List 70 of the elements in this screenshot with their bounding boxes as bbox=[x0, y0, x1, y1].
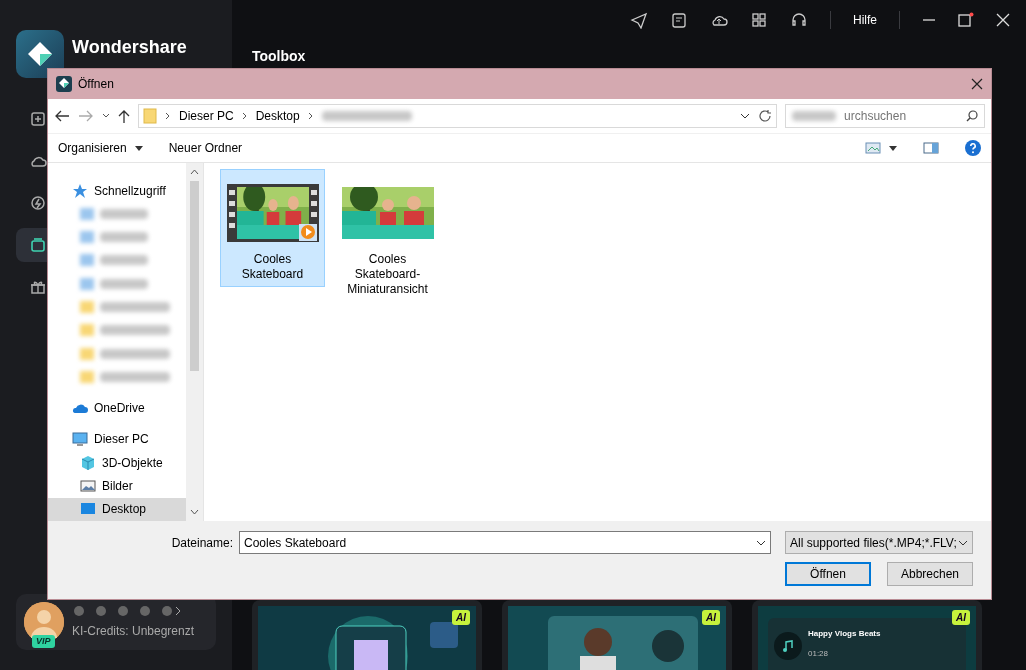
chevron-right-icon bbox=[241, 112, 248, 120]
credits-text: KI-Credits: Unbegrenzt bbox=[72, 623, 195, 640]
chevron-right-icon bbox=[307, 112, 314, 120]
refresh-icon[interactable] bbox=[758, 109, 772, 123]
preview-pane-icon[interactable] bbox=[923, 142, 939, 154]
help-icon[interactable] bbox=[965, 140, 981, 156]
close-icon[interactable] bbox=[971, 78, 983, 90]
lightning-icon bbox=[28, 193, 48, 213]
maximize-icon[interactable] bbox=[958, 12, 974, 28]
app-icon bbox=[56, 76, 72, 92]
computer-icon bbox=[72, 431, 88, 448]
cube-icon bbox=[80, 454, 96, 471]
view-icon bbox=[865, 142, 881, 154]
chevron-down-icon[interactable] bbox=[740, 113, 750, 119]
section-heading: Toolbox bbox=[251, 47, 307, 66]
search-icon bbox=[966, 110, 978, 122]
filename-field[interactable]: Cooles Skateboard bbox=[239, 531, 771, 554]
toolbar-button[interactable]: Neuer Ordner bbox=[168, 139, 243, 157]
breadcrumb-item[interactable]: Desktop bbox=[255, 107, 300, 125]
tool-card[interactable]: AI bbox=[502, 600, 732, 670]
ai-badge: AI bbox=[452, 610, 470, 625]
badges-icon bbox=[72, 604, 182, 618]
filename-label: Dateiname: bbox=[171, 534, 233, 552]
clipboard-icon[interactable] bbox=[670, 11, 688, 29]
headset-icon[interactable] bbox=[790, 11, 808, 29]
search-field[interactable]: urchsuchen bbox=[785, 104, 985, 128]
scrollbar[interactable] bbox=[186, 163, 203, 521]
scroll-down-icon bbox=[190, 509, 199, 515]
grid-icon[interactable] bbox=[750, 11, 768, 29]
tool-card[interactable]: AI bbox=[252, 600, 482, 670]
cancel-button[interactable]: Abbrechen bbox=[887, 562, 973, 586]
ai-badge: AI bbox=[702, 610, 720, 625]
open-button[interactable]: Öffnen bbox=[785, 562, 871, 586]
track-time: 01:28 bbox=[808, 648, 829, 660]
nav-item[interactable]: Desktop bbox=[48, 497, 186, 521]
scroll-up-icon bbox=[190, 169, 199, 175]
nav-item[interactable]: OneDrive bbox=[48, 396, 186, 420]
caret-icon bbox=[134, 145, 143, 151]
logo-icon bbox=[16, 30, 64, 78]
nav-item[interactable]: Schnellzugriff bbox=[48, 179, 186, 203]
toolbar-button[interactable]: Organisieren bbox=[58, 139, 143, 157]
toolbox-icon bbox=[28, 235, 48, 255]
nav-item[interactable]: Bilder bbox=[48, 474, 186, 498]
back-arrow-icon[interactable] bbox=[54, 109, 70, 123]
ai-badge: AI bbox=[952, 610, 970, 625]
up-arrow-icon[interactable] bbox=[118, 109, 130, 123]
picture-icon bbox=[80, 478, 96, 494]
view-button[interactable] bbox=[865, 142, 897, 154]
chevron-down-icon[interactable] bbox=[102, 113, 110, 119]
music-note-icon bbox=[782, 640, 794, 652]
folder-icon bbox=[143, 108, 157, 124]
nav-item[interactable]: 3D-Objekte bbox=[48, 451, 186, 475]
tool-card[interactable]: AI Happy Vlogs Beats 01:28 bbox=[752, 600, 982, 670]
dialog-title: Öffnen bbox=[78, 76, 115, 93]
caret-icon bbox=[889, 145, 897, 151]
help-link[interactable]: Hilfe bbox=[853, 11, 877, 29]
brand-name: Wondershare bbox=[72, 37, 187, 57]
nav-item[interactable]: Dieser PC bbox=[48, 427, 186, 452]
address-bar[interactable]: Dieser PC Desktop bbox=[138, 104, 777, 128]
chevron-down-icon bbox=[958, 539, 968, 546]
file-item[interactable]: Cooles Skateboard-Miniaturansicht bbox=[335, 169, 440, 302]
chevron-right-icon bbox=[165, 112, 171, 120]
breadcrumb-item[interactable]: Dieser PC bbox=[179, 107, 234, 125]
star-icon bbox=[72, 182, 88, 199]
file-item[interactable]: Cooles Skateboard bbox=[220, 169, 325, 287]
send-icon[interactable] bbox=[630, 11, 648, 29]
add-icon bbox=[28, 109, 48, 129]
track-title: Happy Vlogs Beats bbox=[808, 628, 881, 640]
file-type-dropdown[interactable]: All supported files(*.MP4;*.FLV; bbox=[785, 531, 973, 554]
chevron-down-icon bbox=[756, 539, 766, 546]
